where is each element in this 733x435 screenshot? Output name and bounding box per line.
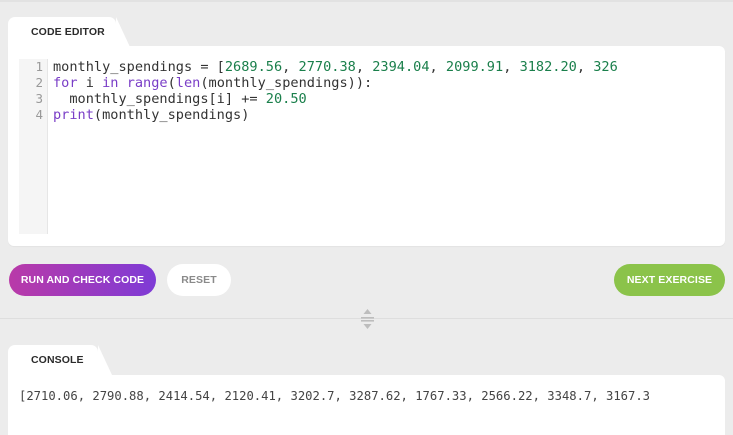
- code-text: ,: [576, 59, 594, 75]
- code-text: (monthly_spendings)):: [200, 75, 373, 91]
- code-keyword: range: [126, 75, 168, 91]
- next-exercise-button[interactable]: NEXT EXERCISE: [614, 264, 725, 296]
- code-text: ,: [503, 59, 520, 75]
- code-text: i: [77, 75, 103, 91]
- code-number: 2770.38: [298, 59, 356, 75]
- line-number-gutter: 1 2 3 4: [19, 59, 48, 234]
- code-number: 20.50: [265, 91, 307, 107]
- code-line[interactable]: monthly_spendings = [2689.56, 2770.38, 2…: [53, 59, 618, 75]
- tab-code-editor-label: CODE EDITOR: [31, 26, 105, 38]
- code-number: 3182.20: [519, 59, 577, 75]
- code-keyword: print: [53, 107, 94, 123]
- tab-console-label: CONSOLE: [31, 354, 84, 366]
- code-number: 2394.04: [372, 59, 430, 75]
- code-text: monthly_spendings = [: [53, 59, 225, 75]
- code-editor[interactable]: 1 2 3 4 monthly_spendings = [2689.56, 27…: [19, 59, 725, 234]
- line-number: 1: [35, 59, 43, 74]
- console-output: [2710.06, 2790.88, 2414.54, 2120.41, 320…: [19, 389, 651, 403]
- code-text: (: [167, 75, 176, 91]
- code-number: 2099.91: [445, 59, 504, 75]
- reset-button[interactable]: RESET: [167, 264, 231, 296]
- code-text: ,: [429, 59, 446, 75]
- code-line[interactable]: print(monthly_spendings): [53, 107, 249, 123]
- code-line[interactable]: for i in range(len(monthly_spendings)):: [53, 75, 372, 91]
- code-editor-panel: 1 2 3 4 monthly_spendings = [2689.56, 27…: [8, 46, 725, 246]
- code-number: 326: [593, 59, 618, 75]
- code-text: ,: [355, 59, 373, 75]
- console-panel: [2710.06, 2790.88, 2414.54, 2120.41, 320…: [8, 375, 725, 435]
- code-number: 2689.56: [224, 59, 283, 75]
- tab-console[interactable]: CONSOLE: [8, 345, 112, 375]
- code-line[interactable]: monthly_spendings[i] += 20.50: [53, 91, 307, 107]
- code-keyword: in: [102, 75, 119, 91]
- line-number: 2: [35, 75, 43, 90]
- app-root: CODE EDITOR 1 2 3 4 monthly_spendings = …: [0, 0, 733, 435]
- code-keyword: for: [53, 75, 78, 91]
- tab-code-editor[interactable]: CODE EDITOR: [8, 17, 130, 47]
- code-text: monthly_spendings[i] +=: [53, 91, 266, 107]
- code-keyword: len: [175, 75, 201, 91]
- code-text: (monthly_spendings): [93, 107, 250, 123]
- run-and-check-code-button[interactable]: RUN AND CHECK CODE: [9, 264, 156, 296]
- code-text: ,: [282, 59, 299, 75]
- line-number: 3: [35, 91, 43, 106]
- line-number: 4: [35, 107, 43, 122]
- resize-vertical-icon[interactable]: [360, 308, 375, 330]
- top-border: [0, 0, 733, 2]
